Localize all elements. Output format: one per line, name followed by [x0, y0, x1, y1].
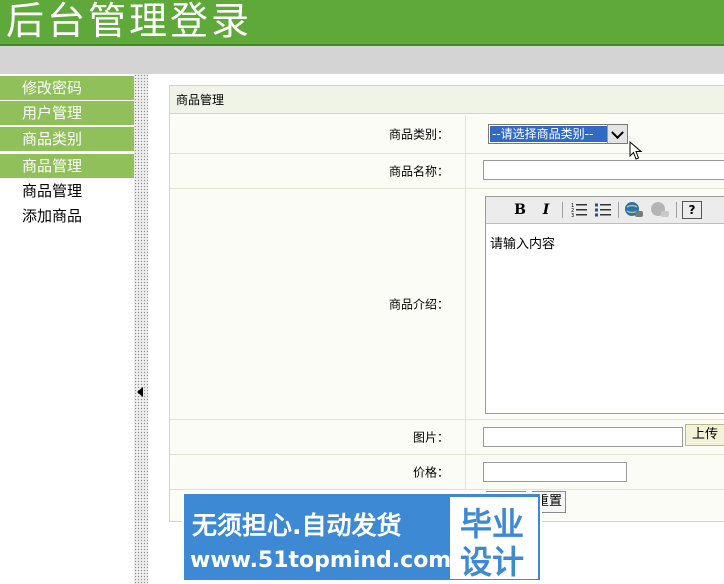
product-name-input[interactable] — [483, 160, 724, 180]
panel-title: 商品管理 — [170, 86, 724, 114]
sidebar-subitem-add-product[interactable]: 添加商品 — [0, 204, 134, 228]
row-image: 图片： 上传 — [170, 420, 724, 455]
sidebar-splitter[interactable] — [134, 74, 148, 584]
price-input[interactable] — [483, 462, 627, 482]
watermark-slogan: 无须担心.自动发货 — [192, 511, 402, 540]
sidebar-item-user-management[interactable]: 用户管理 — [0, 101, 134, 125]
link-icon[interactable] — [624, 201, 644, 219]
price-label: 价格： — [412, 465, 449, 480]
help-icon[interactable]: ? — [682, 201, 702, 219]
rich-text-editor[interactable]: B I 1 2 3 ? 请输入内容 — [485, 196, 724, 414]
category-label: 商品类别： — [388, 127, 449, 142]
watermark-logo-bottom: 设计 — [460, 543, 525, 581]
editor-toolbar: B I 1 2 3 ? — [486, 197, 724, 224]
image-label: 图片： — [412, 430, 449, 445]
watermark-url: www.51topmind.com — [190, 548, 452, 573]
top-gray-bar — [0, 46, 724, 74]
sidebar: 修改密码 用户管理 商品类别 商品管理 商品管理 添加商品 — [0, 74, 134, 584]
ordered-list-icon[interactable]: 1 2 3 — [570, 201, 588, 219]
sidebar-subitem-product-management[interactable]: 商品管理 — [0, 179, 134, 203]
unlink-icon[interactable] — [650, 201, 670, 219]
category-select[interactable]: --请选择商品类别-- — [488, 124, 628, 144]
sidebar-item-change-password[interactable]: 修改密码 — [0, 76, 134, 100]
watermark-banner: 无须担心.自动发货 www.51topmind.com 毕业 设计 — [182, 492, 542, 582]
collapse-arrow-icon[interactable] — [137, 387, 143, 397]
unordered-list-icon[interactable] — [594, 201, 612, 219]
row-intro: 商品介绍： B I 1 2 3 ? 请输入内容 — [170, 189, 724, 420]
page-title: 后台管理登录 — [6, 0, 253, 43]
svg-text:3: 3 — [571, 213, 574, 219]
sidebar-item-product-management[interactable]: 商品管理 — [0, 154, 134, 178]
category-select-value: --请选择商品类别-- — [490, 126, 609, 142]
chevron-down-icon[interactable] — [607, 125, 627, 143]
product-form-panel: 商品管理 商品类别： --请选择商品类别-- 商品名称： 商品介绍： B I 1… — [169, 85, 724, 522]
row-price: 价格： — [170, 455, 724, 490]
upload-button[interactable]: 上传 — [685, 424, 724, 446]
row-category: 商品类别： --请选择商品类别-- — [170, 115, 724, 160]
sidebar-item-product-category[interactable]: 商品类别 — [0, 127, 134, 151]
header-bar: 后台管理登录 — [0, 0, 724, 46]
italic-icon[interactable]: I — [538, 201, 554, 219]
editor-content: 请输入内容 — [490, 237, 556, 252]
row-name: 商品名称： — [170, 154, 724, 189]
intro-label: 商品介绍： — [388, 297, 449, 312]
watermark-logo-box: 毕业 设计 — [450, 497, 538, 581]
image-path-input[interactable] — [483, 427, 683, 447]
name-label: 商品名称： — [388, 164, 449, 179]
bold-icon[interactable]: B — [512, 201, 528, 219]
